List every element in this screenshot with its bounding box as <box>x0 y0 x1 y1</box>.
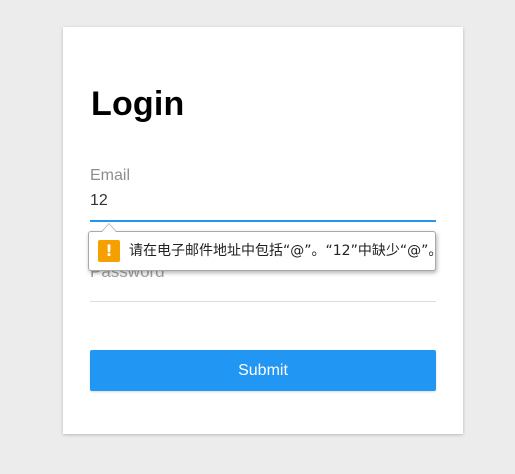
warning-icon: ! <box>98 240 120 262</box>
password-underline <box>90 301 436 302</box>
tooltip-arrow <box>101 223 117 232</box>
page-title: Login <box>91 85 185 123</box>
validation-tooltip: ! 请在电子邮件地址中包括“@”。“12”中缺少“@”。 <box>88 223 442 271</box>
page-background: Login Email 12 Password Submit ! 请在电子邮件地… <box>0 0 515 474</box>
submit-button[interactable]: Submit <box>90 350 436 391</box>
validation-message: 请在电子邮件地址中包括“@”。“12”中缺少“@”。 <box>129 243 443 259</box>
email-field[interactable]: Email 12 <box>90 167 436 222</box>
email-input[interactable]: 12 <box>90 191 436 211</box>
email-underline <box>90 220 436 222</box>
email-label: Email <box>90 167 131 184</box>
